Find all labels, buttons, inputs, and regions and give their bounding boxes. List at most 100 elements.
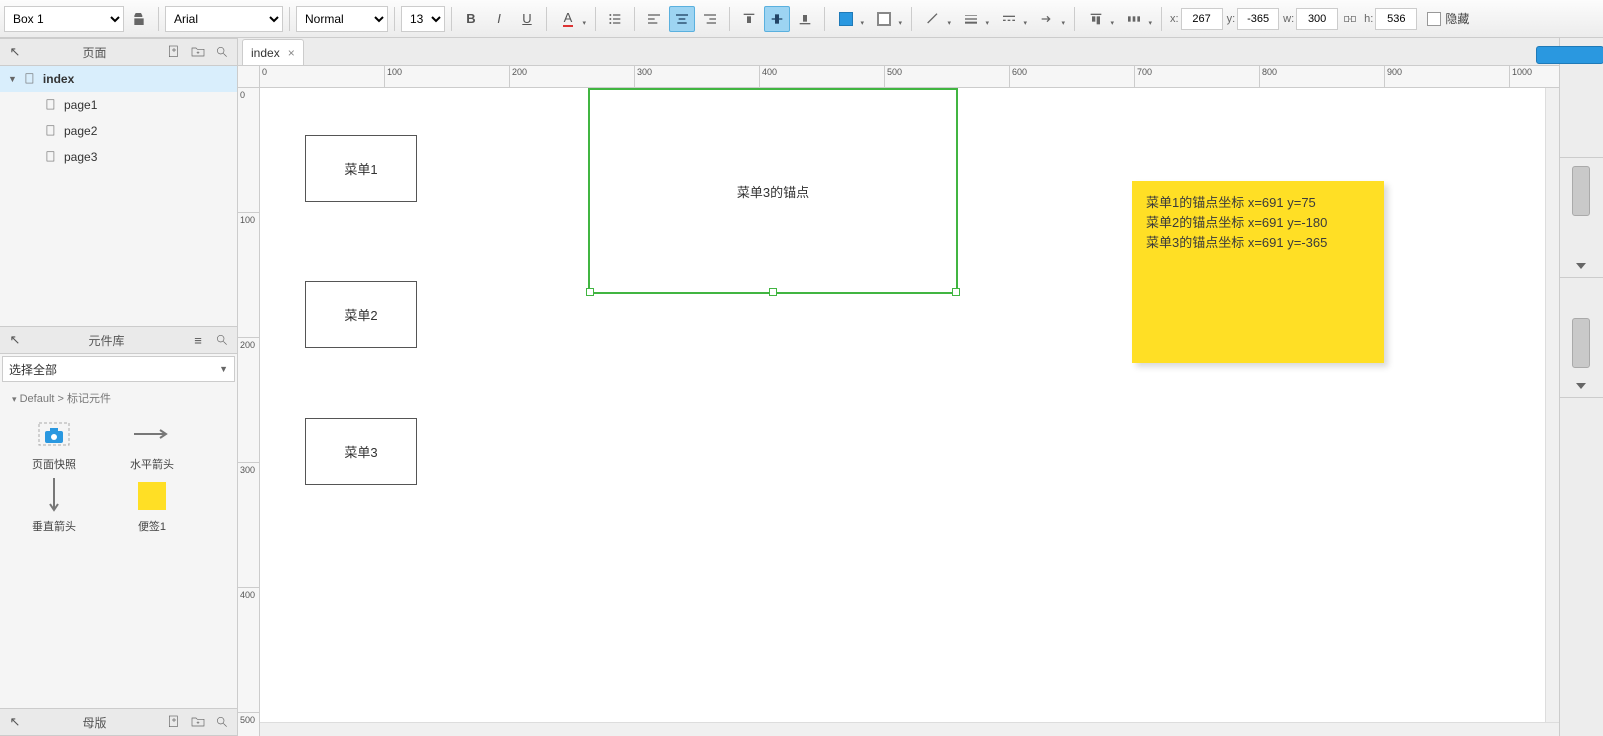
- canvas-area: 01002003004005006007008009001000 0100200…: [238, 66, 1559, 736]
- workspace: index × ▼ 010020030040050060070080090010…: [238, 38, 1559, 736]
- font-family-select[interactable]: Arial: [165, 6, 283, 32]
- text-color-button[interactable]: A: [553, 6, 589, 32]
- widget-menu2[interactable]: 菜单2: [305, 281, 417, 348]
- page-label: page1: [64, 98, 97, 112]
- x-input[interactable]: [1181, 8, 1223, 30]
- masters-panel-title: 母版: [83, 714, 107, 731]
- hidden-checkbox[interactable]: 隐藏: [1427, 10, 1469, 27]
- hidden-label: 隐藏: [1445, 10, 1469, 27]
- inspector-tab-1[interactable]: [1560, 38, 1603, 158]
- widget-menu3[interactable]: 菜单3: [305, 418, 417, 485]
- menu-icon[interactable]: ≡: [189, 331, 207, 349]
- align-left-button[interactable]: [641, 6, 667, 32]
- horizontal-scrollbar[interactable]: [260, 722, 1559, 736]
- add-master-folder-icon[interactable]: [189, 713, 207, 731]
- ruler-vertical[interactable]: 0100200300400500: [238, 88, 260, 736]
- align-right-button[interactable]: [697, 6, 723, 32]
- chevron-down-icon: [1576, 263, 1586, 269]
- separator: [158, 7, 159, 31]
- canvas[interactable]: 菜单1 菜单2 菜单3 菜单3的锚点 菜单1的锚点坐标 x=691 y=75 菜…: [260, 88, 1559, 736]
- widget-menu1[interactable]: 菜单1: [305, 135, 417, 202]
- collapse-icon[interactable]: ↖: [6, 43, 24, 61]
- ruler-corner: [238, 66, 260, 88]
- widget-item-varrow[interactable]: 垂直箭头: [12, 478, 96, 534]
- w-label: w:: [1283, 13, 1294, 25]
- page-root-label: index: [43, 72, 74, 86]
- add-folder-icon[interactable]: [189, 43, 207, 61]
- sticky-line: 菜单2的锚点坐标 x=691 y=-180: [1146, 213, 1370, 233]
- widget-name-select[interactable]: Box 1: [4, 6, 124, 32]
- copy-style-button[interactable]: [126, 6, 152, 32]
- widget-item-harrow[interactable]: 水平箭头: [110, 416, 194, 472]
- arrow-right-icon: [122, 416, 182, 452]
- search-widgets-icon[interactable]: [213, 331, 231, 349]
- underline-button[interactable]: U: [514, 6, 540, 32]
- resize-handle-br[interactable]: [952, 288, 960, 296]
- tab-label: index: [251, 46, 280, 60]
- separator: [451, 7, 452, 31]
- page-tree-item[interactable]: page2: [0, 118, 237, 144]
- separator: [729, 7, 730, 31]
- right-inspector-rail: [1559, 38, 1603, 736]
- separator: [911, 7, 912, 31]
- h-label: h:: [1364, 13, 1373, 25]
- separator: [1074, 7, 1075, 31]
- widgets-panel: ↖ 元件库 ≡ 选择全部 ▼ ▾ Default > 标记元件 页面快照: [0, 326, 237, 708]
- sticky-line: 菜单1的锚点坐标 x=691 y=75: [1146, 193, 1370, 213]
- y-input[interactable]: [1237, 8, 1279, 30]
- separator: [1161, 7, 1162, 31]
- widget-anchor-box-selected[interactable]: 菜单3的锚点: [588, 88, 958, 294]
- checkbox-icon: [1427, 12, 1441, 26]
- arrow-style-button[interactable]: [1032, 6, 1068, 32]
- inspector-tab-3[interactable]: [1560, 278, 1603, 398]
- page-tree-root[interactable]: ▼ index: [0, 66, 237, 92]
- chevron-down-icon: ▼: [219, 364, 228, 374]
- pages-panel-header: ↖ 页面: [0, 38, 237, 66]
- line-style-button[interactable]: [994, 6, 1030, 32]
- border-color-button[interactable]: [869, 6, 905, 32]
- font-size-select[interactable]: 13: [401, 6, 445, 32]
- widgets-panel-header: ↖ 元件库 ≡: [0, 326, 237, 354]
- close-tab-icon[interactable]: ×: [288, 46, 295, 60]
- valign-bottom-button[interactable]: [792, 6, 818, 32]
- align-center-button[interactable]: [669, 6, 695, 32]
- w-input[interactable]: [1296, 8, 1338, 30]
- widgets-scroll[interactable]: ▾ Default > 标记元件 页面快照 水平箭头: [0, 384, 237, 708]
- ruler-horizontal[interactable]: 01002003004005006007008009001000: [260, 66, 1559, 88]
- widget-item-snapshot[interactable]: 页面快照: [12, 416, 96, 472]
- line-color-button[interactable]: [918, 6, 954, 32]
- add-master-icon[interactable]: [165, 713, 183, 731]
- separator: [634, 7, 635, 31]
- distribute-objects-button[interactable]: [1119, 6, 1155, 32]
- page-tree: ▼ index page1 page2 page3: [0, 66, 237, 326]
- resize-handle-bl[interactable]: [586, 288, 594, 296]
- align-objects-button[interactable]: [1081, 6, 1117, 32]
- add-page-icon[interactable]: [165, 43, 183, 61]
- lock-aspect-button[interactable]: [1340, 6, 1360, 32]
- tab-index[interactable]: index ×: [242, 39, 304, 65]
- left-panels: ↖ 页面 ▼ index page1 page2: [0, 38, 238, 736]
- collapse-icon[interactable]: ↖: [6, 713, 24, 731]
- toolbar: Box 1 Arial Normal 13 B I U A: [0, 0, 1603, 38]
- page-tree-item[interactable]: page1: [0, 92, 237, 118]
- collapse-icon[interactable]: ↖: [6, 331, 24, 349]
- resize-handle-bm[interactable]: [769, 288, 777, 296]
- widget-item-sticky[interactable]: 便签1: [110, 478, 194, 534]
- bold-button[interactable]: B: [458, 6, 484, 32]
- valign-middle-button[interactable]: [764, 6, 790, 32]
- page-tree-item[interactable]: page3: [0, 144, 237, 170]
- vertical-scrollbar[interactable]: [1545, 88, 1559, 722]
- widgets-filter-dropdown[interactable]: 选择全部 ▼: [2, 356, 235, 382]
- inspector-tab-2[interactable]: [1560, 158, 1603, 278]
- valign-top-button[interactable]: [736, 6, 762, 32]
- italic-button[interactable]: I: [486, 6, 512, 32]
- widget-sticky-note[interactable]: 菜单1的锚点坐标 x=691 y=75 菜单2的锚点坐标 x=691 y=-18…: [1132, 181, 1384, 363]
- x-coord: x:: [1170, 8, 1223, 30]
- font-style-select[interactable]: Normal: [296, 6, 388, 32]
- search-masters-icon[interactable]: [213, 713, 231, 731]
- line-width-button[interactable]: [956, 6, 992, 32]
- search-pages-icon[interactable]: [213, 43, 231, 61]
- h-input[interactable]: [1375, 8, 1417, 30]
- bullet-list-button[interactable]: [602, 6, 628, 32]
- fill-color-button[interactable]: [831, 6, 867, 32]
